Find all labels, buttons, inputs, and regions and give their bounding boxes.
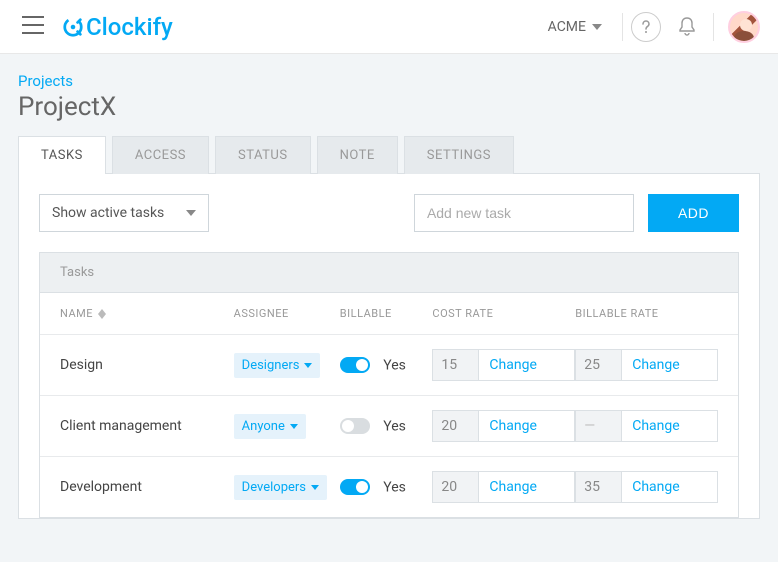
change-cost-button[interactable]: Change xyxy=(479,357,546,373)
col-cost: COST RATE xyxy=(432,307,575,320)
table-header: NAME ASSIGNEE BILLABLE COST RATE BILLABL… xyxy=(40,293,738,335)
billable-toggle[interactable] xyxy=(340,357,370,373)
tab-status[interactable]: STATUS xyxy=(215,136,311,174)
sort-icon xyxy=(98,309,106,319)
table-row: Development Developers Yes 20 Change xyxy=(40,457,738,517)
table-title: Tasks xyxy=(40,253,738,293)
cost-rate-value: 20 xyxy=(433,472,479,502)
billable-rate-value: — xyxy=(576,411,622,441)
chevron-down-icon xyxy=(592,24,602,30)
billable-text: Yes xyxy=(383,357,406,373)
topbar: Clockify ACME xyxy=(0,0,778,54)
change-rate-button[interactable]: Change xyxy=(622,418,689,434)
change-cost-button[interactable]: Change xyxy=(479,479,546,495)
chevron-down-icon xyxy=(311,485,319,490)
cost-rate-value: 20 xyxy=(433,411,479,441)
add-button[interactable]: ADD xyxy=(648,194,739,232)
billable-toggle[interactable] xyxy=(340,418,370,434)
assignee-chip[interactable]: Designers xyxy=(234,353,321,378)
bell-icon[interactable] xyxy=(669,9,705,45)
chevron-down-icon xyxy=(304,363,312,368)
cost-rate-group: 20 Change xyxy=(432,471,575,503)
panel-controls: Show active tasks ADD xyxy=(39,194,739,232)
col-assignee: ASSIGNEE xyxy=(234,307,340,320)
tab-note[interactable]: NOTE xyxy=(317,136,398,174)
tabs: TASKS ACCESS STATUS NOTE SETTINGS xyxy=(18,136,778,174)
col-billable: BILLABLE xyxy=(340,307,433,320)
workspace-switcher[interactable]: ACME xyxy=(532,19,618,35)
assignee-chip[interactable]: Developers xyxy=(234,475,327,500)
billable-text: Yes xyxy=(383,479,406,495)
billable-rate-value: 25 xyxy=(576,350,622,380)
tasks-table: Tasks NAME ASSIGNEE BILLABLE COST RATE B… xyxy=(39,252,739,518)
billable-rate-group: 35 Change xyxy=(575,471,718,503)
billable-text: Yes xyxy=(383,418,406,434)
chevron-down-icon xyxy=(186,210,196,216)
col-name[interactable]: NAME xyxy=(60,307,234,320)
change-cost-button[interactable]: Change xyxy=(479,418,546,434)
divider xyxy=(622,13,623,41)
tab-access[interactable]: ACCESS xyxy=(112,136,209,174)
panel: Show active tasks ADD Tasks NAME ASSIGNE… xyxy=(18,173,760,519)
billable-rate-group: 25 Change xyxy=(575,349,718,381)
avatar[interactable] xyxy=(728,11,760,43)
logo-text: Clockify xyxy=(86,13,173,41)
chevron-down-icon xyxy=(290,424,298,429)
billable-rate-value: 35 xyxy=(576,472,622,502)
workspace-name: ACME xyxy=(548,19,586,35)
content: Projects ProjectX TASKS ACCESS STATUS NO… xyxy=(0,54,778,562)
table-row: Client management Anyone Yes 20 Change xyxy=(40,396,738,457)
breadcrumb[interactable]: Projects xyxy=(18,72,778,90)
billable-rate-group: — Change xyxy=(575,410,718,442)
table-row: Design Designers Yes 15 Change xyxy=(40,335,738,396)
tab-tasks[interactable]: TASKS xyxy=(18,136,106,174)
cost-rate-group: 15 Change xyxy=(432,349,575,381)
cost-rate-value: 15 xyxy=(433,350,479,380)
help-icon[interactable] xyxy=(631,12,661,42)
billable-toggle[interactable] xyxy=(340,479,370,495)
divider xyxy=(713,13,714,41)
task-filter-label: Show active tasks xyxy=(52,205,164,221)
col-rate: BILLABLE RATE xyxy=(575,307,718,320)
cost-rate-group: 20 Change xyxy=(432,410,575,442)
task-filter-select[interactable]: Show active tasks xyxy=(39,194,209,232)
menu-icon[interactable] xyxy=(18,12,48,42)
tab-settings[interactable]: SETTINGS xyxy=(404,136,514,174)
change-rate-button[interactable]: Change xyxy=(622,479,689,495)
logo[interactable]: Clockify xyxy=(62,13,173,41)
change-rate-button[interactable]: Change xyxy=(622,357,689,373)
task-name[interactable]: Development xyxy=(60,479,234,495)
task-name[interactable]: Design xyxy=(60,357,234,373)
new-task-input[interactable] xyxy=(414,194,634,232)
task-name[interactable]: Client management xyxy=(60,418,234,434)
assignee-chip[interactable]: Anyone xyxy=(234,414,306,439)
page-title: ProjectX xyxy=(18,92,778,122)
